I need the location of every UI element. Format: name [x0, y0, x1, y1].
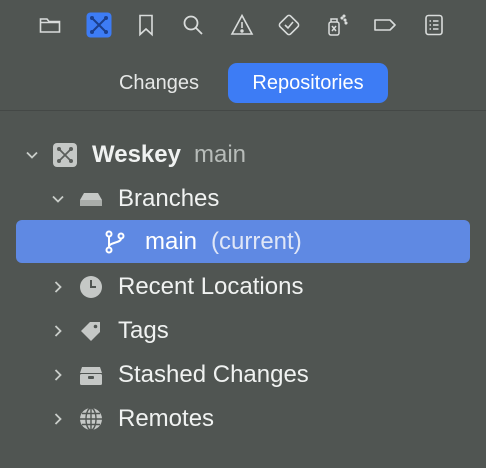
tags-label: Tags: [118, 317, 169, 344]
tag-icon: [77, 317, 105, 345]
warning-icon[interactable]: [227, 10, 257, 40]
archive-box-icon: [77, 361, 105, 389]
chevron-right-icon[interactable]: [49, 366, 67, 384]
bookmark-icon[interactable]: [131, 10, 161, 40]
chevron-right-icon[interactable]: [49, 410, 67, 428]
tree-row-recent-locations[interactable]: Recent Locations: [0, 265, 486, 309]
navigator-toolbar: [0, 0, 486, 52]
source-control-icon[interactable]: [84, 10, 114, 40]
drive-icon: [77, 185, 105, 213]
current-indicator: (current): [211, 228, 302, 255]
branch-name: main: [145, 228, 198, 255]
stashed-changes-label: Stashed Changes: [118, 361, 309, 388]
search-icon[interactable]: [178, 10, 208, 40]
tree-row-current-branch[interactable]: main (current): [16, 220, 470, 263]
folder-icon[interactable]: [35, 10, 65, 40]
chevron-down-icon[interactable]: [23, 146, 41, 164]
divider: [0, 110, 486, 111]
repository-branch: main: [194, 141, 247, 168]
globe-icon: [77, 405, 105, 433]
remotes-label: Remotes: [118, 405, 215, 432]
label-tag-icon[interactable]: [370, 10, 400, 40]
recent-locations-label: Recent Locations: [118, 273, 304, 300]
chevron-right-icon[interactable]: [49, 278, 67, 296]
tree-row-remotes[interactable]: Remotes: [0, 397, 486, 441]
tab-repositories[interactable]: Repositories: [228, 63, 388, 103]
diamond-check-icon[interactable]: [274, 10, 304, 40]
tree-row-repository[interactable]: Weskey main: [0, 133, 486, 177]
chevron-right-icon[interactable]: [49, 322, 67, 340]
spray-clean-icon[interactable]: [322, 10, 352, 40]
branch-icon: [101, 228, 129, 256]
branches-label: Branches: [118, 185, 220, 212]
report-list-icon[interactable]: [419, 10, 449, 40]
tab-changes[interactable]: Changes: [98, 63, 220, 103]
tree-row-branches[interactable]: Branches: [0, 177, 486, 221]
tree-row-tags[interactable]: Tags: [0, 309, 486, 353]
repository-name: Weskey: [92, 141, 181, 168]
chevron-down-icon[interactable]: [49, 190, 67, 208]
clock-icon: [77, 273, 105, 301]
tree-row-stashed-changes[interactable]: Stashed Changes: [0, 353, 486, 397]
repository-icon: [51, 141, 79, 169]
